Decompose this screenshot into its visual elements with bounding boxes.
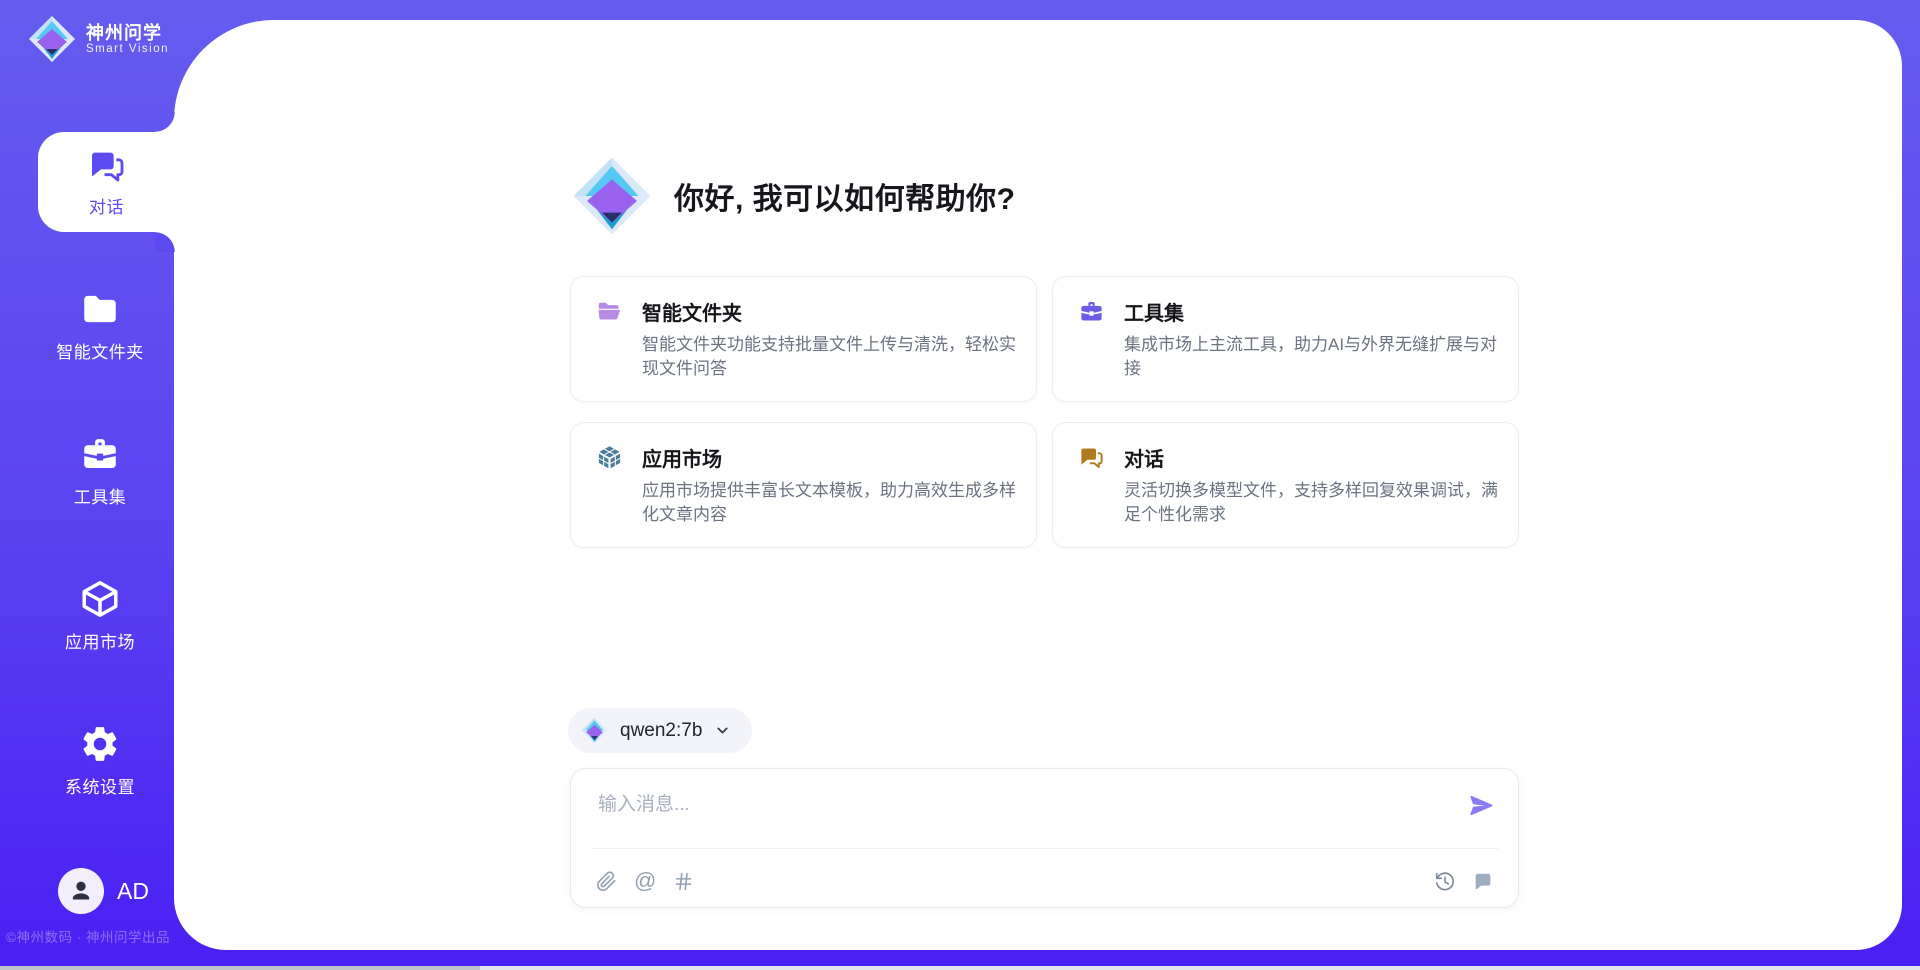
toolbox-icon: [1078, 298, 1105, 325]
toolbox-icon: [79, 433, 121, 475]
app-logo-icon: [572, 156, 652, 236]
scrollbar-thumb[interactable]: [0, 966, 480, 970]
card-title: 应用市场: [642, 443, 722, 472]
card-description: 应用市场提供丰富长文本模板，助力高效生成多样化文章内容: [642, 479, 1018, 527]
history-icon[interactable]: [1434, 871, 1456, 893]
card-description: 智能文件夹功能支持批量文件上传与清洗，轻松实现文件问答: [642, 333, 1018, 381]
sidebar-item-chat[interactable]: 对话: [38, 132, 175, 232]
sidebar-item-toolset[interactable]: 工具集: [26, 422, 174, 518]
composer: @: [570, 768, 1519, 908]
model-logo-icon: [581, 717, 608, 744]
brand-subtitle: Smart Vision: [86, 43, 169, 55]
message-input[interactable]: [598, 789, 1438, 839]
card-toolset[interactable]: 工具集 集成市场上主流工具，助力AI与外界无缝扩展与对接: [1052, 276, 1519, 402]
card-description: 灵活切换多模型文件，支持多样回复效果调试，满足个性化需求: [1124, 479, 1500, 527]
sidebar-item-label: 系统设置: [65, 773, 135, 798]
brand: 神州问学 Smart Vision: [28, 15, 169, 63]
horizontal-scrollbar[interactable]: [0, 966, 1920, 970]
brand-logo-icon: [28, 15, 76, 63]
brand-name: 神州问学: [86, 23, 169, 44]
sidebar-item-label: 智能文件夹: [56, 338, 144, 363]
hash-icon[interactable]: [673, 871, 694, 892]
card-smart-folder[interactable]: 智能文件夹 智能文件夹功能支持批量文件上传与清洗，轻松实现文件问答: [570, 276, 1037, 402]
greeting-title: 你好, 我可以如何帮助你?: [674, 174, 1016, 218]
open-folder-icon: [596, 298, 623, 325]
gear-icon: [79, 723, 121, 765]
card-description: 集成市场上主流工具，助力AI与外界无缝扩展与对接: [1124, 333, 1500, 381]
card-title: 工具集: [1124, 297, 1184, 326]
avatar: [58, 868, 104, 914]
chevron-down-icon: [714, 722, 731, 739]
folder-icon: [79, 288, 121, 330]
card-chat[interactable]: 对话 灵活切换多模型文件，支持多样回复效果调试，满足个性化需求: [1052, 422, 1519, 548]
sidebar-footer: ©神州数码 · 神州问学出品: [0, 926, 176, 946]
model-name: qwen2:7b: [620, 720, 702, 742]
chat-bubble-icon[interactable]: [1472, 871, 1494, 893]
sidebar-item-label: 工具集: [74, 483, 127, 508]
card-title: 智能文件夹: [642, 297, 742, 326]
composer-divider: [591, 848, 1498, 849]
feature-cards: 智能文件夹 智能文件夹功能支持批量文件上传与清洗，轻松实现文件问答 工具集 集成…: [570, 276, 1519, 548]
sidebar-item-label: 对话: [89, 193, 124, 218]
cube-icon: [79, 578, 121, 620]
model-selector[interactable]: qwen2:7b: [568, 708, 752, 753]
sidebar-item-app-market[interactable]: 应用市场: [26, 567, 174, 663]
tab-fillet-bottom: [155, 232, 175, 252]
chat-bubbles-icon: [1078, 444, 1105, 471]
user-profile[interactable]: AD: [58, 868, 149, 914]
greeting: 你好, 我可以如何帮助你?: [572, 156, 1016, 236]
sidebar-item-smart-folder[interactable]: 智能文件夹: [26, 277, 174, 373]
card-app-market[interactable]: 应用市场 应用市场提供丰富长文本模板，助力高效生成多样化文章内容: [570, 422, 1037, 548]
attachment-icon[interactable]: [596, 871, 617, 892]
grid-cube-icon: [596, 444, 623, 471]
send-icon[interactable]: [1468, 792, 1495, 819]
sidebar-item-settings[interactable]: 系统设置: [26, 712, 174, 808]
user-label: AD: [117, 878, 149, 905]
mention-icon[interactable]: @: [634, 870, 656, 892]
app-window: 神州问学 Smart Vision 对话 智能文件夹: [0, 0, 1920, 970]
chat-bubbles-icon: [87, 146, 127, 186]
person-icon: [67, 877, 95, 905]
sidebar-item-label: 应用市场: [65, 628, 135, 653]
card-title: 对话: [1124, 443, 1164, 472]
tab-fillet-top: [155, 112, 175, 132]
